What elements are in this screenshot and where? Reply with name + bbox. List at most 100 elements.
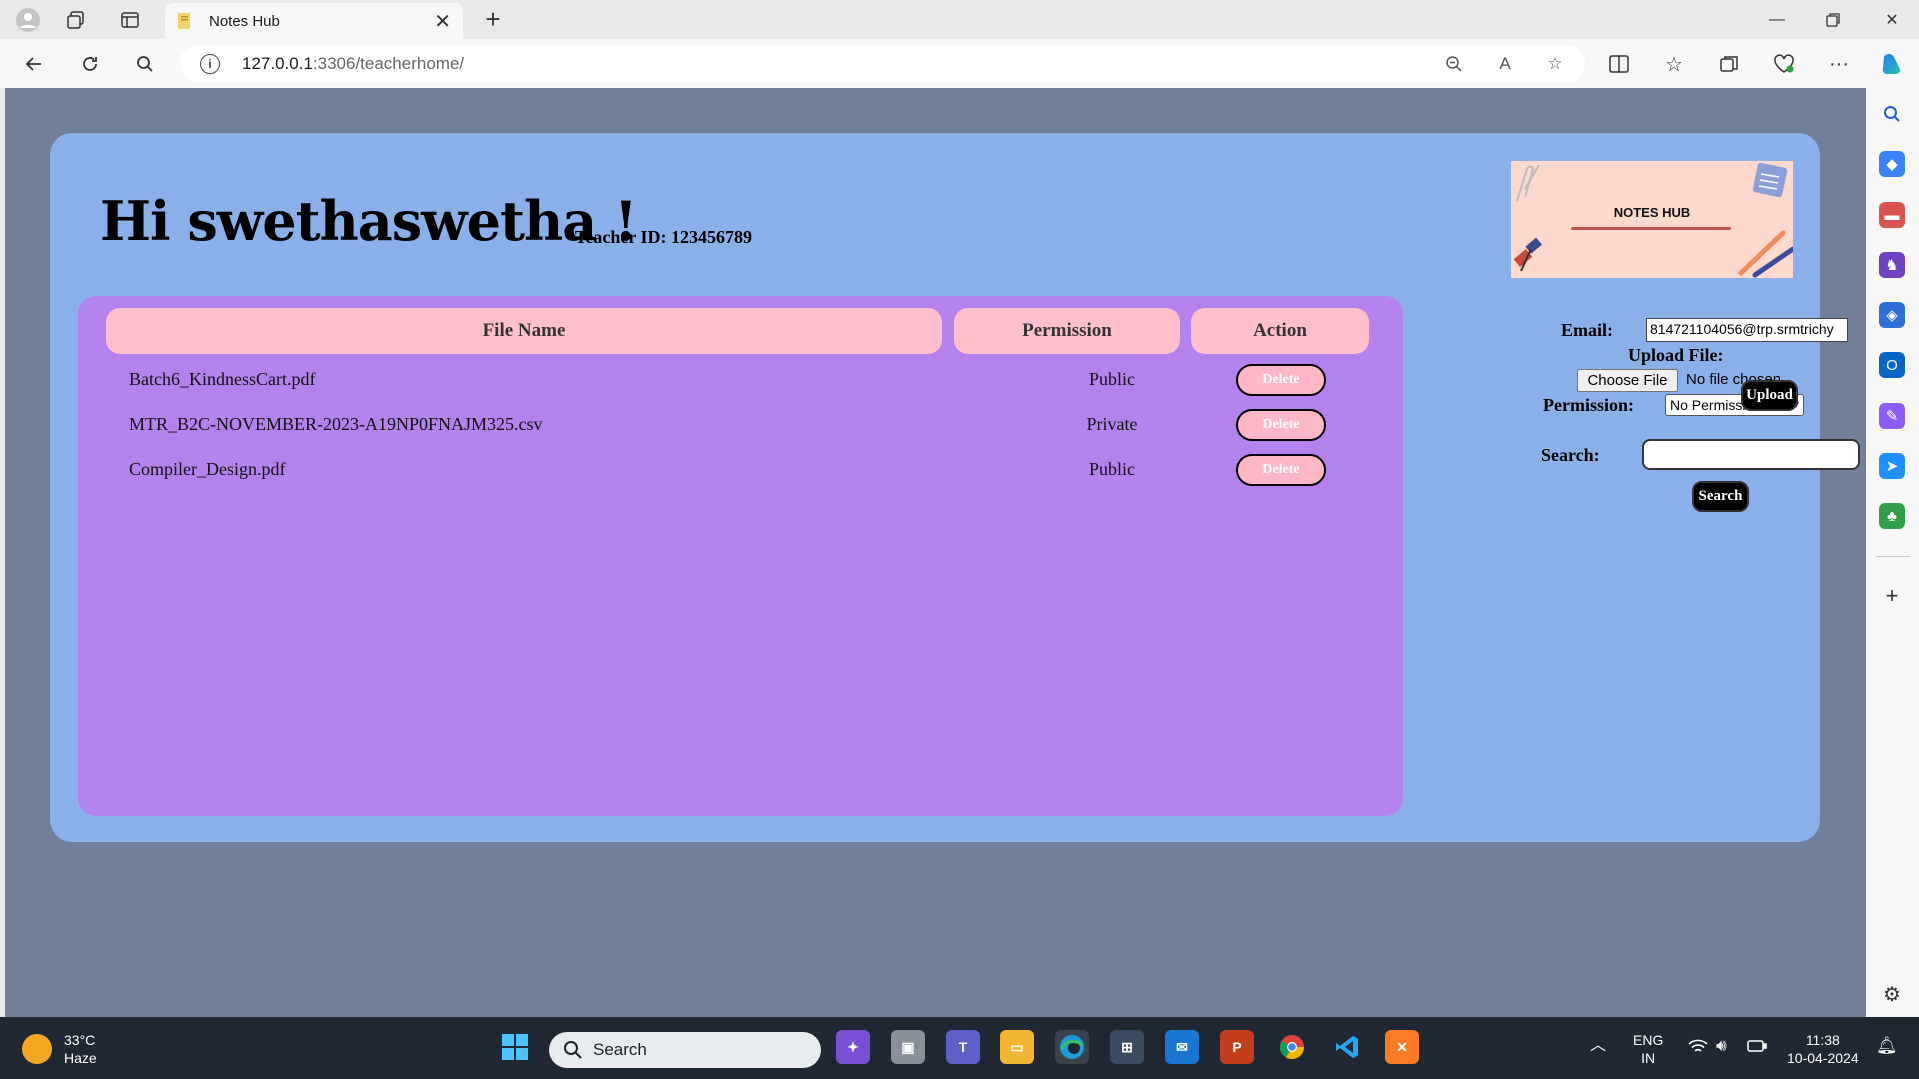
volume-icon[interactable]: 🔊︎ [1716,1037,1727,1055]
favorite-star-icon[interactable]: ☆ [1544,53,1566,75]
file-explorer-icon[interactable]: ▭ [1000,1030,1034,1064]
files-table: File Name Permission Action Batch6_Kindn… [78,296,1403,816]
collections-icon[interactable] [1714,49,1744,79]
page-viewport: Hi swethaswetha ! Teacher ID: 123456789 … [5,88,1866,1017]
sidebar-divider [1876,556,1910,557]
file-name-cell: Compiler_Design.pdf [129,459,286,479]
windows-start-icon[interactable] [498,1030,532,1064]
taskbar-search-box[interactable]: Search [549,1032,821,1068]
taskbar-search-placeholder: Search [593,1040,647,1059]
read-aloud-icon[interactable]: A [1494,53,1516,75]
delete-button[interactable]: Delete [1236,454,1326,486]
tools-briefcase-icon[interactable]: ▬ [1879,202,1905,228]
email-field[interactable]: 814721104056@trp.srmtrichy [1646,318,1848,342]
favorites-icon[interactable]: ☆ [1659,49,1689,79]
xampp-icon[interactable]: ✕ [1385,1030,1419,1064]
powerpoint-icon[interactable]: P [1220,1030,1254,1064]
zoom-out-icon[interactable] [1443,53,1465,75]
table-row: MTR_B2C-NOVEMBER-2023-A19NP0FNAJM325.csv… [78,408,1403,442]
windows-taskbar: 33°C Haze Search ✦ ▣ T ▭ ⊞ ✉ P ✕ ︿ ENG I… [0,1017,1919,1079]
banner-logo-text: NOTES HUB [1613,205,1691,220]
address-bar: i 127.0.0.1:3306/teacherhome/ A ☆ ☆ ··· [0,39,1919,88]
language-code: ENG [1633,1032,1664,1048]
show-hidden-icons-chevron-icon[interactable]: ︿ [1590,1037,1606,1055]
workspaces-icon[interactable] [62,6,90,34]
shopping-tag-icon[interactable]: ◆ [1879,151,1905,177]
vscode-icon[interactable] [1330,1030,1364,1064]
clock[interactable]: 11:38 10-04-2024 [1787,1031,1859,1067]
url-path: :3306/teacherhome/ [312,54,465,73]
designer-icon[interactable]: ✎ [1879,403,1905,429]
notes-hub-banner: NOTES HUB [1511,161,1793,278]
search-input[interactable] [1642,439,1860,470]
weather-haze-icon [22,1034,52,1064]
battery-icon[interactable] [1747,1039,1767,1057]
upload-file-label: Upload File: [1628,345,1724,365]
new-tab-icon[interactable]: + [478,4,508,34]
split-screen-icon[interactable] [1604,49,1634,79]
header-action: Action [1191,308,1369,354]
search-button[interactable]: Search [1692,481,1749,512]
minimize-icon[interactable]: — [1757,6,1797,34]
delete-button[interactable]: Delete [1236,364,1326,396]
header-file-name: File Name [106,308,942,354]
permission-label: Permission: [1543,395,1634,415]
banner-underline [1571,227,1731,230]
upload-button[interactable]: Upload [1741,380,1798,411]
url-host: 127.0.0.1 [242,54,313,73]
add-sidebar-app-icon[interactable]: + [1879,583,1905,609]
tab-actions-icon[interactable] [116,6,144,34]
copilot-pre-icon[interactable]: ✦ [836,1030,870,1064]
tree-icon[interactable]: ♣ [1879,503,1905,529]
chrome-icon[interactable] [1275,1030,1309,1064]
site-info-icon[interactable]: i [200,54,220,74]
close-tab-icon[interactable]: ✕ [434,9,451,34]
sidebar-search-icon[interactable] [1879,101,1905,127]
tab-notes-hub[interactable]: Notes Hub ✕ [165,3,463,39]
delete-button[interactable]: Delete [1236,409,1326,441]
close-window-icon[interactable]: ✕ [1872,6,1912,34]
choose-file-button[interactable]: Choose File [1577,369,1678,392]
more-menu-icon[interactable]: ··· [1824,49,1854,79]
wifi-icon[interactable] [1688,1039,1708,1059]
copilot-icon[interactable] [1877,49,1907,79]
profile-icon[interactable] [14,6,42,34]
tab-bar: Notes Hub ✕ + — ✕ [0,0,1919,39]
url-text: 127.0.0.1:3306/teacherhome/ [242,54,464,74]
table-row: Batch6_KindnessCart.pdf Public Delete [78,363,1403,397]
refresh-icon[interactable] [75,49,105,79]
microsoft-365-icon[interactable]: ◈ [1879,302,1905,328]
mail-icon[interactable]: ✉ [1165,1030,1199,1064]
email-label: Email: [1561,320,1613,340]
back-icon[interactable] [19,49,49,79]
teacher-home-panel: Hi swethaswetha ! Teacher ID: 123456789 … [50,133,1860,842]
teacher-id: Teacher ID: 123456789 [575,227,752,247]
table-row: Compiler_Design.pdf Public Delete [78,453,1403,487]
clock-time: 11:38 [1805,1032,1840,1048]
browser-essentials-icon[interactable] [1769,49,1799,79]
outlook-icon[interactable]: O [1879,352,1905,378]
task-view-icon[interactable]: ▣ [891,1030,925,1064]
temperature: 33°C [64,1032,96,1048]
url-field[interactable]: i 127.0.0.1:3306/teacherhome/ A ☆ [180,45,1585,82]
settings-gear-icon[interactable]: ⚙ [1879,981,1905,1007]
tab-title: Notes Hub [209,12,280,30]
language-indicator[interactable]: ENG IN [1633,1031,1663,1067]
upload-form: Email: 814721104056@trp.srmtrichy Upload… [1440,303,1860,553]
edge-taskbar-icon[interactable] [1055,1030,1089,1064]
permission-cell: Public [1088,459,1135,479]
region-code: IN [1641,1050,1656,1066]
taskbar-search-icon [564,1041,582,1059]
microsoft-store-icon[interactable]: ⊞ [1110,1030,1144,1064]
restore-icon[interactable] [1813,6,1853,34]
weather-widget[interactable]: 33°C Haze [22,1031,97,1067]
header-permission: Permission [954,308,1180,354]
greeting-heading: Hi swethaswetha ! [100,189,638,253]
search-icon[interactable] [130,49,160,79]
permission-cell: Public [1088,369,1135,389]
notifications-bell-icon[interactable]: 🔔︎ [1876,1037,1898,1055]
teams-icon[interactable]: T [946,1030,980,1064]
file-name-cell: Batch6_KindnessCart.pdf [129,369,316,389]
games-icon[interactable]: ♞ [1879,252,1905,278]
send-icon[interactable]: ➤ [1879,453,1905,479]
